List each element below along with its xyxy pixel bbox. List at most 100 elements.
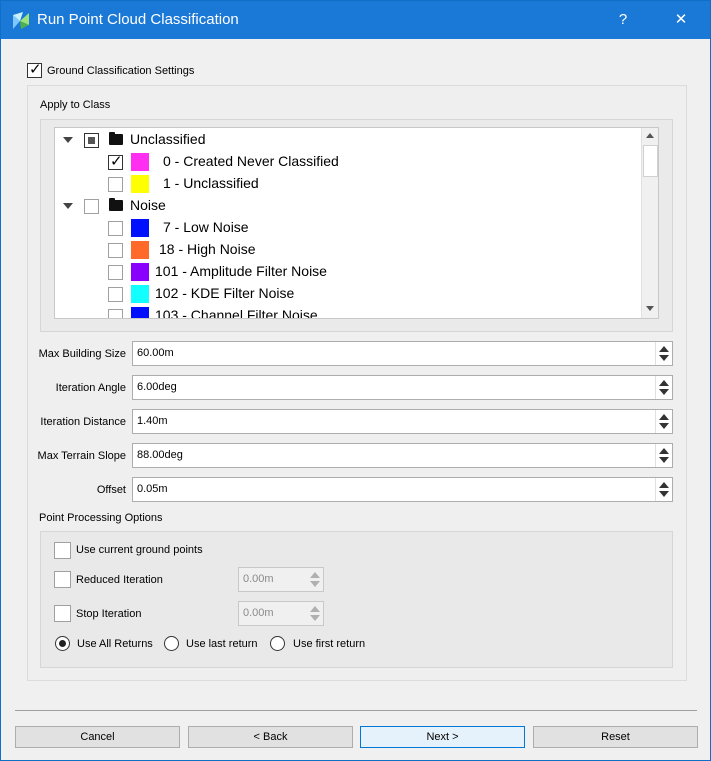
partial-check-icon <box>88 137 95 144</box>
checkmark-icon: ✓ <box>110 153 123 170</box>
tree-item-class-1[interactable]: 1 - Unclassified <box>55 173 641 195</box>
spinbox-arrows[interactable] <box>655 376 672 399</box>
spinbox-value: 88.00deg <box>137 449 183 461</box>
scroll-up-icon[interactable] <box>646 133 654 138</box>
class-color-swatch <box>131 153 149 171</box>
class-color-swatch <box>131 307 149 318</box>
stop-iteration-checkbox[interactable] <box>54 605 71 622</box>
spin-up-icon[interactable] <box>659 448 669 454</box>
use-last-return-radio[interactable] <box>164 636 179 651</box>
spin-down-icon[interactable] <box>659 457 669 463</box>
spinbox-value: 60.00m <box>137 347 174 359</box>
tree-checkbox[interactable] <box>108 309 123 318</box>
help-button[interactable]: ? <box>600 1 646 39</box>
max-terrain-slope-spinbox[interactable]: 88.00deg <box>132 443 673 468</box>
offset-label: Offset <box>96 484 126 496</box>
use-last-return-label: Use last return <box>186 638 258 650</box>
close-button[interactable]: ✕ <box>658 1 704 39</box>
max-building-size-spinbox[interactable]: 60.00m <box>132 341 673 366</box>
spinbox-value: 1.40m <box>137 415 168 427</box>
tree-group-noise[interactable]: Noise <box>55 195 641 217</box>
class-tree[interactable]: Unclassified ✓ 0 - Created Never Classif… <box>54 127 659 319</box>
spinbox-arrows[interactable] <box>655 478 672 501</box>
cancel-button[interactable]: Cancel <box>15 726 180 748</box>
tree-item-label: 103 - Channel Filter Noise <box>155 307 318 319</box>
tree-checkbox[interactable] <box>84 199 99 214</box>
use-first-return-radio[interactable] <box>270 636 285 651</box>
tree-checkbox[interactable] <box>84 133 99 148</box>
tree-checkbox[interactable]: ✓ <box>108 153 123 170</box>
tree-item-label: Noise <box>130 197 166 213</box>
checkmark-icon: ✓ <box>29 61 42 78</box>
scroll-thumb[interactable] <box>643 145 658 177</box>
max-building-size-label: Max Building Size <box>38 348 126 360</box>
iteration-distance-label: Iteration Distance <box>40 416 126 428</box>
spin-up-icon[interactable] <box>659 346 669 352</box>
spinbox-arrows <box>307 568 323 591</box>
tree-item-class-102[interactable]: 102 - KDE Filter Noise <box>55 283 641 305</box>
spinbox-arrows[interactable] <box>655 444 672 467</box>
stop-iteration-label: Stop Iteration <box>76 608 142 620</box>
tree-item-label: 18 - High Noise <box>159 241 256 257</box>
tree-item-label: 102 - KDE Filter Noise <box>155 285 295 301</box>
title-bar: Run Point Cloud Classification ? ✕ <box>1 1 710 39</box>
tree-item-class-7[interactable]: 7 - Low Noise <box>55 217 641 239</box>
tree-item-class-0[interactable]: ✓ 0 - Created Never Classified <box>55 151 641 173</box>
footer-separator <box>15 710 697 711</box>
use-all-returns-label: Use All Returns <box>77 638 153 650</box>
tree-item-class-101[interactable]: 101 - Amplitude Filter Noise <box>55 261 641 283</box>
spinbox-value: 0.00m <box>243 607 274 619</box>
iteration-angle-label: Iteration Angle <box>55 382 126 394</box>
tree-checkbox[interactable] <box>108 287 123 302</box>
tree-item-label: 101 - Amplitude Filter Noise <box>155 263 327 279</box>
tree-item-class-18[interactable]: 18 - High Noise <box>55 239 641 261</box>
ground-classification-checkbox[interactable]: ✓ <box>27 61 42 78</box>
spinbox-value: 0.05m <box>137 483 168 495</box>
stop-iteration-spinbox: 0.00m <box>238 601 324 626</box>
spin-down-icon[interactable] <box>659 355 669 361</box>
spin-up-icon <box>310 606 320 612</box>
tree-item-label: Unclassified <box>130 131 206 147</box>
spinbox-arrows[interactable] <box>655 410 672 433</box>
back-button[interactable]: < Back <box>188 726 353 748</box>
use-current-ground-checkbox[interactable] <box>54 542 71 559</box>
tree-checkbox[interactable] <box>108 243 123 258</box>
class-color-swatch <box>131 263 149 281</box>
ground-classification-label: Ground Classification Settings <box>47 65 195 77</box>
spin-up-icon[interactable] <box>659 380 669 386</box>
iteration-angle-spinbox[interactable]: 6.00deg <box>132 375 673 400</box>
window-title: Run Point Cloud Classification <box>37 11 239 28</box>
use-all-returns-radio[interactable] <box>55 636 70 651</box>
scroll-down-icon[interactable] <box>646 306 654 311</box>
spin-down-icon <box>310 615 320 621</box>
tree-group-unclassified[interactable]: Unclassified <box>55 129 641 151</box>
tree-item-label: 7 - Low Noise <box>163 219 249 235</box>
spin-up-icon[interactable] <box>659 482 669 488</box>
spin-down-icon[interactable] <box>659 423 669 429</box>
max-terrain-slope-label: Max Terrain Slope <box>37 450 126 462</box>
tree-item-label: 1 - Unclassified <box>163 175 259 191</box>
expand-arrow-icon[interactable] <box>63 137 73 143</box>
tree-item-label: 0 - Created Never Classified <box>163 153 339 169</box>
spin-down-icon <box>310 581 320 587</box>
spin-down-icon[interactable] <box>659 389 669 395</box>
next-button[interactable]: Next > <box>360 726 525 748</box>
spinbox-arrows[interactable] <box>655 342 672 365</box>
offset-spinbox[interactable]: 0.05m <box>132 477 673 502</box>
tree-checkbox[interactable] <box>108 265 123 280</box>
iteration-distance-spinbox[interactable]: 1.40m <box>132 409 673 434</box>
app-logo-icon <box>13 12 29 29</box>
tree-checkbox[interactable] <box>108 177 123 192</box>
expand-arrow-icon[interactable] <box>63 203 73 209</box>
folder-icon <box>109 132 123 145</box>
reduced-iteration-checkbox[interactable] <box>54 571 71 588</box>
spinbox-arrows <box>307 602 323 625</box>
tree-item-class-103[interactable]: 103 - Channel Filter Noise <box>55 305 641 319</box>
tree-scrollbar[interactable] <box>641 128 658 318</box>
class-color-swatch <box>131 241 149 259</box>
tree-checkbox[interactable] <box>108 221 123 236</box>
spin-down-icon[interactable] <box>659 491 669 497</box>
spin-up-icon[interactable] <box>659 414 669 420</box>
apply-to-class-label: Apply to Class <box>40 99 111 111</box>
reset-button[interactable]: Reset <box>533 726 698 748</box>
